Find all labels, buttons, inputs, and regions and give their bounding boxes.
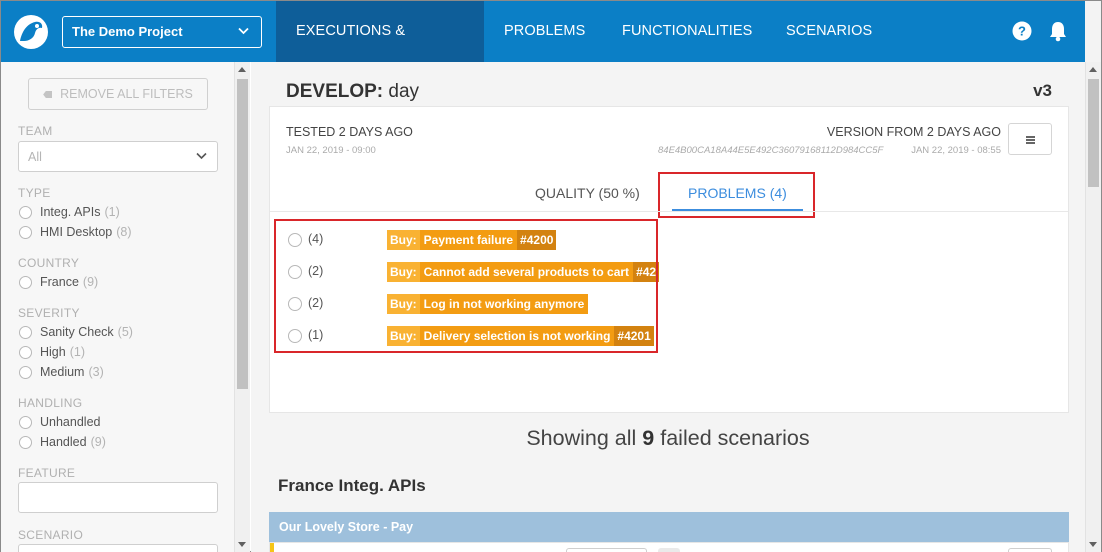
version-from: VERSION FROM 2 DAYS AGO	[826, 125, 1001, 139]
radio-button[interactable]	[19, 205, 32, 219]
bell-icon[interactable]	[1048, 20, 1068, 42]
sidebar-scroll-thumb[interactable]	[237, 79, 248, 389]
divider	[270, 211, 1068, 212]
svg-text:?: ?	[1018, 24, 1026, 39]
main-scroll-thumb[interactable]	[1088, 79, 1099, 187]
radio-button[interactable]	[19, 365, 32, 379]
scroll-up-arrow-icon[interactable]	[238, 67, 246, 72]
menu-button[interactable]	[1008, 123, 1052, 155]
scenario-row	[269, 542, 1069, 552]
scroll-down-arrow-icon[interactable]	[1089, 542, 1097, 547]
team-select-value: All	[28, 150, 42, 164]
filter-heading-scenario: SCENARIO	[18, 528, 84, 542]
filter-option-label: France	[40, 275, 79, 289]
tag-icon	[43, 91, 53, 98]
filter-option-count: (9)	[82, 275, 99, 289]
nav-tab-problems[interactable]: PROBLEMS	[484, 1, 605, 62]
main-scrollbar[interactable]	[1085, 62, 1101, 552]
filter-option-label: HMI Desktop	[40, 225, 113, 239]
remove-filters-label: REMOVE ALL FILTERS	[60, 87, 193, 101]
filter-heading-type: TYPE	[18, 186, 51, 200]
filter-option-integ-apis[interactable]: Integ. APIs (1)	[19, 205, 120, 219]
feature-input[interactable]	[18, 482, 218, 513]
scenario-input[interactable]	[18, 544, 218, 552]
filter-heading-team: TEAM	[18, 124, 53, 138]
top-navbar: The Demo Project EXECUTIONS & ERRORS PRO…	[1, 1, 1101, 100]
radio-button[interactable]	[19, 345, 32, 359]
filter-option-label: Unhandled	[40, 415, 101, 429]
menu-icon	[1026, 142, 1035, 144]
tested-ago: TESTED 2 DAYS AGO	[286, 125, 413, 139]
filter-heading-handling: HANDLING	[18, 396, 83, 410]
filter-option-count: (3)	[88, 365, 104, 379]
filter-option-count: (1)	[69, 345, 85, 359]
tested-date: JAN 22, 2019 - 09:00	[286, 145, 376, 156]
filter-option-sanity-check[interactable]: Sanity Check (5)	[19, 325, 133, 339]
filter-option-label: Integ. APIs	[40, 205, 101, 219]
filter-option-count: (1)	[104, 205, 120, 219]
filter-option-hmi-desktop[interactable]: HMI Desktop (8)	[19, 225, 132, 239]
filter-option-unhandled[interactable]: Unhandled	[19, 415, 100, 429]
filter-option-label: Medium	[40, 365, 85, 379]
logo-icon[interactable]	[13, 14, 49, 50]
scenario-group-header[interactable]: Our Lovely Store - Pay	[269, 512, 1069, 542]
project-select-label: The Demo Project	[72, 24, 183, 39]
help-icon[interactable]: ?	[1012, 21, 1032, 41]
row-button[interactable]	[566, 548, 647, 552]
scroll-up-arrow-icon[interactable]	[1089, 67, 1097, 72]
run-version: v3	[1033, 81, 1052, 100]
nav-tab-scenarios[interactable]: SCENARIOS	[766, 1, 892, 62]
results-summary: Showing all 9 failed scenarios	[251, 426, 1085, 451]
filter-heading-country: COUNTRY	[18, 256, 80, 270]
remove-all-filters-button[interactable]: REMOVE ALL FILTERS	[28, 78, 208, 110]
filter-option-label: Handled	[40, 435, 87, 449]
filter-option-high[interactable]: High (1)	[19, 345, 85, 359]
filter-heading-feature: FEATURE	[18, 466, 76, 480]
menu-icon	[1026, 139, 1035, 141]
radio-button[interactable]	[19, 435, 32, 449]
filter-option-france[interactable]: France (9)	[19, 275, 98, 289]
main-content: DEVELOP: day v3 TESTED 2 DAYS AGO JAN 22…	[251, 62, 1085, 552]
highlight-box	[274, 219, 658, 353]
filter-option-count: (8)	[116, 225, 132, 239]
chevron-down-icon	[238, 27, 249, 35]
version-date: JAN 22, 2019 - 08:55	[911, 145, 1001, 156]
version-hash: 84E4B00CA18A44E5E492C36079168112D984CC5F	[658, 145, 884, 156]
radio-button[interactable]	[19, 275, 32, 289]
tab-quality[interactable]: QUALITY (50 %)	[535, 185, 640, 201]
summary-suffix: failed scenarios	[660, 426, 810, 450]
filter-option-count: (5)	[117, 325, 133, 339]
filter-heading-severity: SEVERITY	[18, 306, 80, 320]
filter-option-count: (9)	[90, 435, 106, 449]
filter-option-handled[interactable]: Handled (9)	[19, 435, 106, 449]
filters-sidebar: REMOVE ALL FILTERS TEAM All TYPE Integ. …	[1, 62, 234, 552]
run-cycle: day	[388, 81, 420, 102]
radio-button[interactable]	[19, 415, 32, 429]
summary-prefix: Showing all	[526, 426, 637, 450]
run-card: TESTED 2 DAYS AGO JAN 22, 2019 - 09:00 V…	[269, 106, 1069, 413]
filter-option-label: Sanity Check	[40, 325, 114, 339]
filter-option-medium[interactable]: Medium (3)	[19, 365, 104, 379]
run-title: DEVELOP: day	[286, 81, 419, 103]
scroll-down-arrow-icon[interactable]	[238, 542, 246, 547]
menu-icon	[1026, 136, 1035, 138]
sidebar-scrollbar[interactable]	[234, 62, 250, 552]
nav-tab-executions[interactable]: EXECUTIONS & ERRORS	[276, 1, 484, 100]
radio-button[interactable]	[19, 225, 32, 239]
row-button[interactable]	[658, 548, 680, 552]
window-edge	[1085, 1, 1101, 62]
filter-option-label: High	[40, 345, 66, 359]
run-branch: DEVELOP:	[286, 81, 384, 102]
project-select[interactable]: The Demo Project	[62, 16, 262, 48]
chevron-down-icon	[196, 152, 207, 160]
nav-tab-functionalities[interactable]: FUNCTIONALITIES	[602, 1, 772, 62]
summary-count: 9	[642, 426, 655, 450]
group-title: France Integ. APIs	[278, 476, 426, 495]
row-button[interactable]	[1008, 548, 1052, 552]
radio-button[interactable]	[19, 325, 32, 339]
severity-indicator	[270, 543, 274, 552]
team-select[interactable]: All	[18, 141, 218, 172]
